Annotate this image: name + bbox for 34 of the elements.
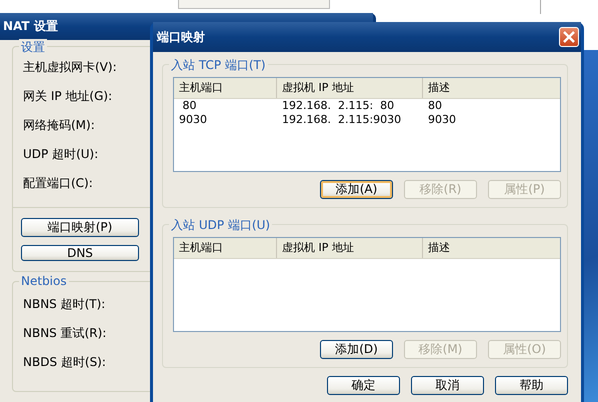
field-label: 网络掩码(M): — [23, 117, 95, 133]
column-header[interactable]: 主机端口 — [174, 78, 277, 98]
button[interactable]: 端口映射(P) — [21, 218, 139, 237]
button[interactable]: DNS — [21, 245, 139, 261]
column-header[interactable]: 虚拟机 IP 地址 — [277, 238, 423, 258]
group-title: 入站 TCP 端口(T) — [169, 57, 268, 74]
table-cell-text: 9030 — [427, 113, 457, 127]
column-header[interactable]: 主机端口 — [174, 238, 277, 258]
button[interactable]: 添加(A) — [320, 180, 393, 199]
column-header[interactable]: 描述 — [423, 238, 560, 258]
table-cell-text: 9030 — [178, 113, 208, 127]
field-label: 主机虚拟网卡(V): — [23, 59, 117, 75]
field-label: NBDS 超时(S): — [23, 354, 106, 370]
field-label: NBNS 重试(R): — [23, 325, 106, 341]
close-button[interactable] — [559, 27, 579, 47]
column-header[interactable]: 虚拟机 IP 地址 — [277, 78, 423, 98]
table-cell-text: 192.168. 2.115: 80 — [281, 99, 396, 113]
button[interactable]: 帮助 — [495, 376, 568, 395]
close-icon — [563, 31, 575, 43]
table-cell-text: 80 — [181, 99, 198, 113]
field-label: 配置端口(C): — [23, 175, 93, 191]
field-label: NBNS 超时(T): — [23, 296, 106, 312]
button[interactable]: 取消 — [411, 376, 484, 395]
table-cell-text: 192.168. 2.115:9030 — [281, 113, 402, 127]
field-label: 网关 IP 地址(G): — [23, 88, 112, 104]
group-title: 入站 UDP 端口(U) — [169, 217, 272, 234]
group-title: Netbios — [19, 274, 69, 288]
button[interactable]: 确定 — [327, 376, 400, 395]
table-cell-text: 80 — [427, 99, 443, 113]
window-title: NAT 设置 — [2, 18, 58, 35]
dialog-title: 端口映射 — [156, 28, 205, 46]
field-label: UDP 超时(U): — [23, 146, 98, 162]
column-header[interactable]: 描述 — [423, 78, 560, 98]
button[interactable]: 添加(D) — [320, 340, 393, 359]
